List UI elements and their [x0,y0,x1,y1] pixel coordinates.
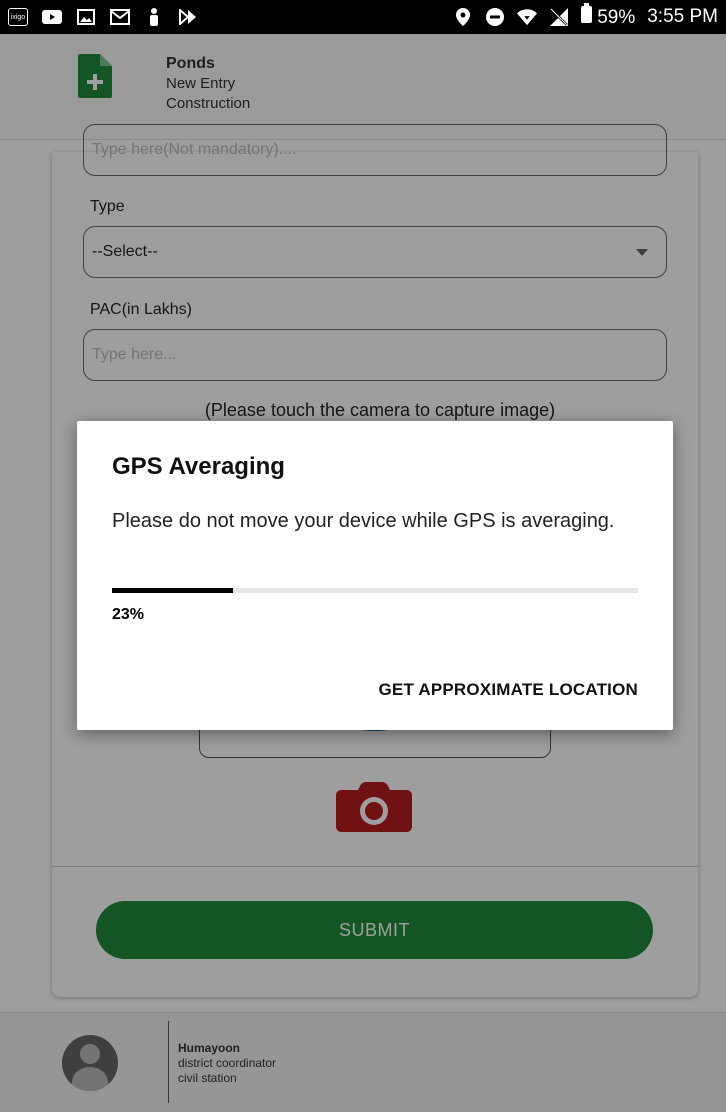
no-sim-icon [549,8,569,26]
gps-progress-fill [112,588,233,593]
gps-progress-percent: 23% [112,606,145,623]
battery-percent: 59% [597,6,636,28]
dialog-message: Please do not move your device while GPS… [112,510,615,532]
image-icon [76,8,96,26]
gmail-icon [110,8,130,26]
battery-status: 59% [581,2,636,29]
wifi-icon [517,8,538,26]
get-approximate-location-button[interactable]: GET APPROXIMATE LOCATION [379,680,639,700]
dnd-icon [485,8,505,26]
person-icon [144,8,164,26]
youtube-icon [42,8,62,26]
dialog-title: GPS Averaging [112,453,285,480]
ixigo-icon: ixigo [8,8,28,26]
gps-progress-bar [112,588,638,593]
location-icon [453,8,473,26]
status-notification-icons: ixigo [8,8,198,26]
clock: 3:55 PM [647,6,718,27]
status-system-icons: 59% 3:55 PM [453,2,718,29]
battery-icon [581,2,593,23]
status-bar: ixigo 59% 3:55 PM [0,0,726,34]
gps-averaging-dialog: GPS Averaging Please do not move your de… [77,421,673,730]
play-arrow-icon [178,8,198,26]
